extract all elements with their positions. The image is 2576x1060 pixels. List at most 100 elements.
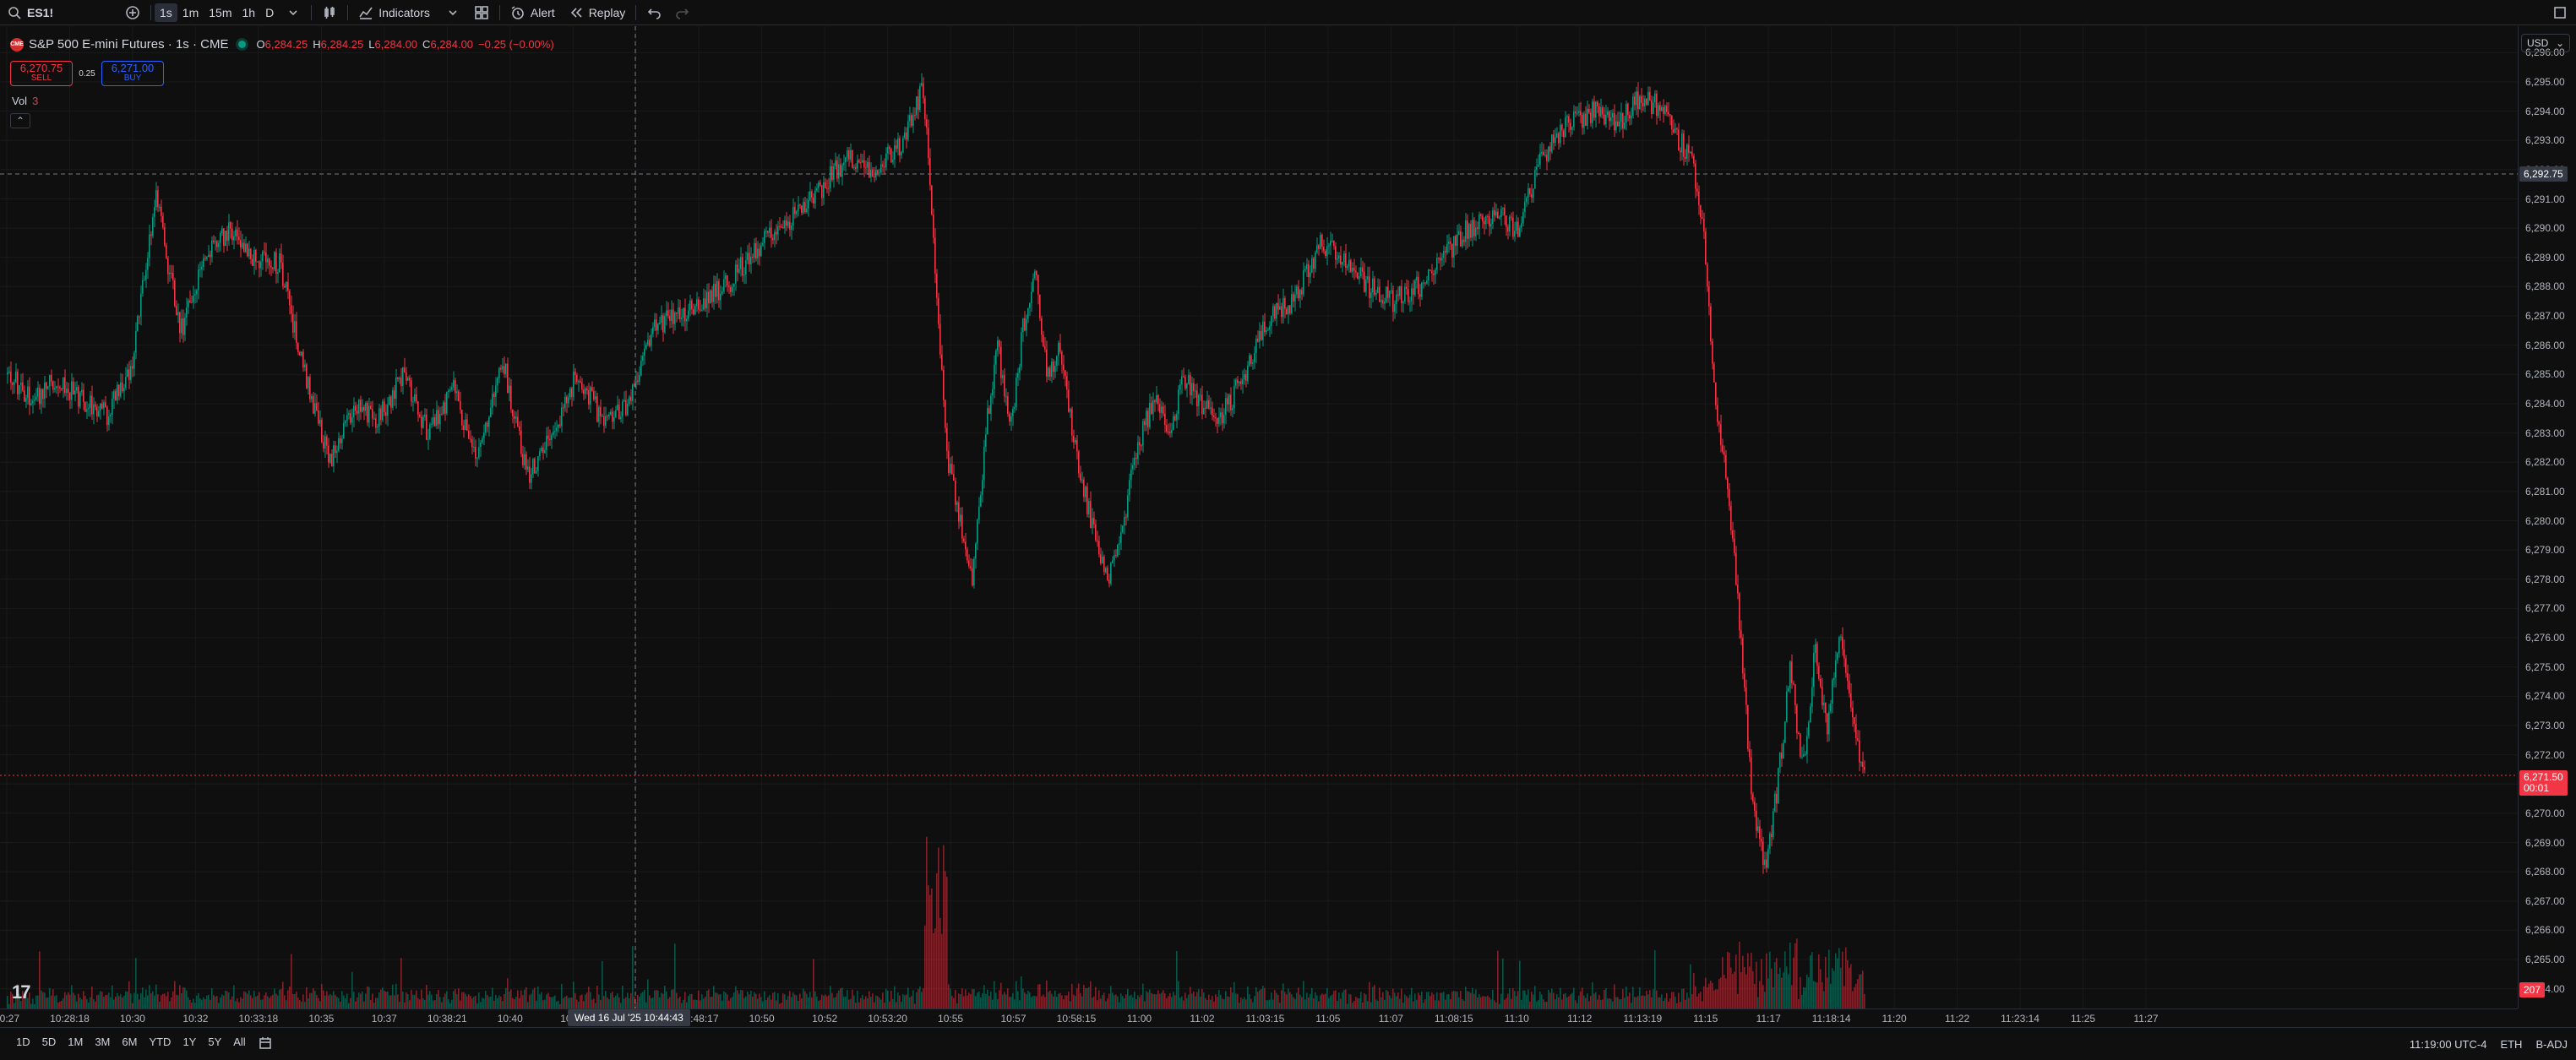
candle-body [1431,270,1433,274]
candle-body [1860,761,1862,763]
buy-button[interactable]: 6,271.00 BUY [101,61,164,86]
undo-button[interactable] [640,0,668,25]
fullscreen-button[interactable] [2552,5,2568,24]
clock[interactable]: 11:19:00 UTC-4 [2410,1038,2487,1051]
range-ytd[interactable]: YTD [143,1036,177,1053]
candle-body [1059,342,1061,352]
volume-bar [1756,961,1757,1008]
volume-bar [468,994,470,1008]
range-5d[interactable]: 5D [36,1036,63,1053]
symbol-title[interactable]: S&P 500 E-mini Futures · 1s · CME [29,37,228,52]
volume-bar [289,986,291,1008]
volume-bar [1141,994,1142,1008]
volume-bar [1037,984,1039,1008]
volume-bar [397,994,399,1008]
candle-body [1115,555,1117,557]
timeframe-dropdown[interactable] [279,0,308,25]
indicators-button[interactable]: Indicators [351,0,467,25]
candle-body [1759,826,1761,840]
candle-body [1585,113,1587,126]
candle-body [688,310,689,319]
volume-bar [444,993,446,1008]
chart-type-button[interactable] [315,0,344,25]
candle-body [1325,251,1326,257]
range-3m[interactable]: 3M [89,1036,116,1053]
volume-bar [321,984,323,1008]
price-chart[interactable] [0,26,2518,1008]
range-1m[interactable]: 1M [62,1036,89,1053]
candle-body [1068,389,1070,412]
volume-bar [345,998,346,1008]
range-all[interactable]: All [227,1036,251,1053]
currency-selector[interactable]: USD ⌄ [2521,34,2570,52]
volume-bar [71,985,73,1008]
market-open-icon[interactable] [238,41,247,48]
volume-bar [93,998,95,1008]
candle-body [1739,593,1740,631]
collapse-legend-button[interactable]: ⌃ [10,113,30,128]
sell-button[interactable]: 6,270.75 SELL [10,61,73,86]
volume-bar [1651,997,1653,1008]
layout-button[interactable] [467,0,496,25]
timeframe-1m[interactable]: 1m [177,0,204,25]
volume-bar [1208,994,1210,1008]
volume-bar [133,992,135,1008]
volume-bar [1119,1002,1120,1008]
volume-bar [1742,955,1744,1008]
redo-button[interactable] [668,0,697,25]
volume-bar [652,997,654,1008]
volume-bar [414,994,416,1008]
candle-body [955,481,956,505]
candle-body [137,316,139,331]
candle-body [1419,294,1421,297]
volume-bar [1737,993,1739,1008]
volume-bar [299,1000,301,1008]
session-toggle[interactable]: ETH [2500,1038,2522,1051]
range-1d[interactable]: 1D [10,1036,36,1053]
volume-legend[interactable]: Vol 3 [12,95,38,107]
range-5y[interactable]: 5Y [202,1036,227,1053]
candle-body [1386,286,1387,302]
range-1y[interactable]: 1Y [177,1036,202,1053]
volume-bar [1580,991,1582,1008]
goto-date-button[interactable] [252,1036,279,1053]
volume-bar [117,992,118,1008]
price-tick-label: 6,290.00 [2525,222,2565,235]
candle-body [1054,365,1056,372]
time-axis[interactable]: 10:2710:28:1810:3010:3210:33:1810:3510:3… [0,1008,2518,1027]
candle-body [1127,495,1129,518]
candle-body [591,387,593,392]
candle-body [130,366,132,381]
volume-bar [306,987,308,1008]
candle-body [1100,554,1102,563]
symbol-search[interactable]: ES1! [0,0,118,25]
volume-bar [390,995,392,1008]
candle-body [1396,294,1397,305]
candle-body [1769,834,1771,849]
tradingview-logo-icon[interactable]: 17 [12,981,31,1003]
timeframe-15m[interactable]: 15m [204,0,237,25]
timeframe-1h[interactable]: 1h [237,0,260,25]
volume-bar [181,993,182,1008]
compare-symbol-button[interactable] [118,0,147,25]
range-6m[interactable]: 6M [116,1036,143,1053]
adjustment-toggle[interactable]: B-ADJ [2535,1038,2568,1051]
volume-bar [218,1003,220,1008]
candle-body [1205,407,1206,409]
candle-body [1720,424,1722,446]
timeframe-1s[interactable]: 1s [155,3,177,22]
volume-bar [632,946,634,1008]
volume-bar [757,998,759,1008]
timeframe-d[interactable]: D [260,0,279,25]
volume-bar [52,989,54,1008]
alert-button[interactable]: Alert [504,0,562,25]
candle-body [428,438,429,440]
volume-bar [1813,981,1815,1008]
candle-body [1539,153,1541,166]
volume-bar [710,997,711,1008]
volume-bar [637,994,639,1008]
volume-bar [1649,990,1651,1008]
replay-button[interactable]: Replay [562,0,633,25]
volume-bar [1800,976,1801,1008]
volume-bar [723,991,725,1008]
